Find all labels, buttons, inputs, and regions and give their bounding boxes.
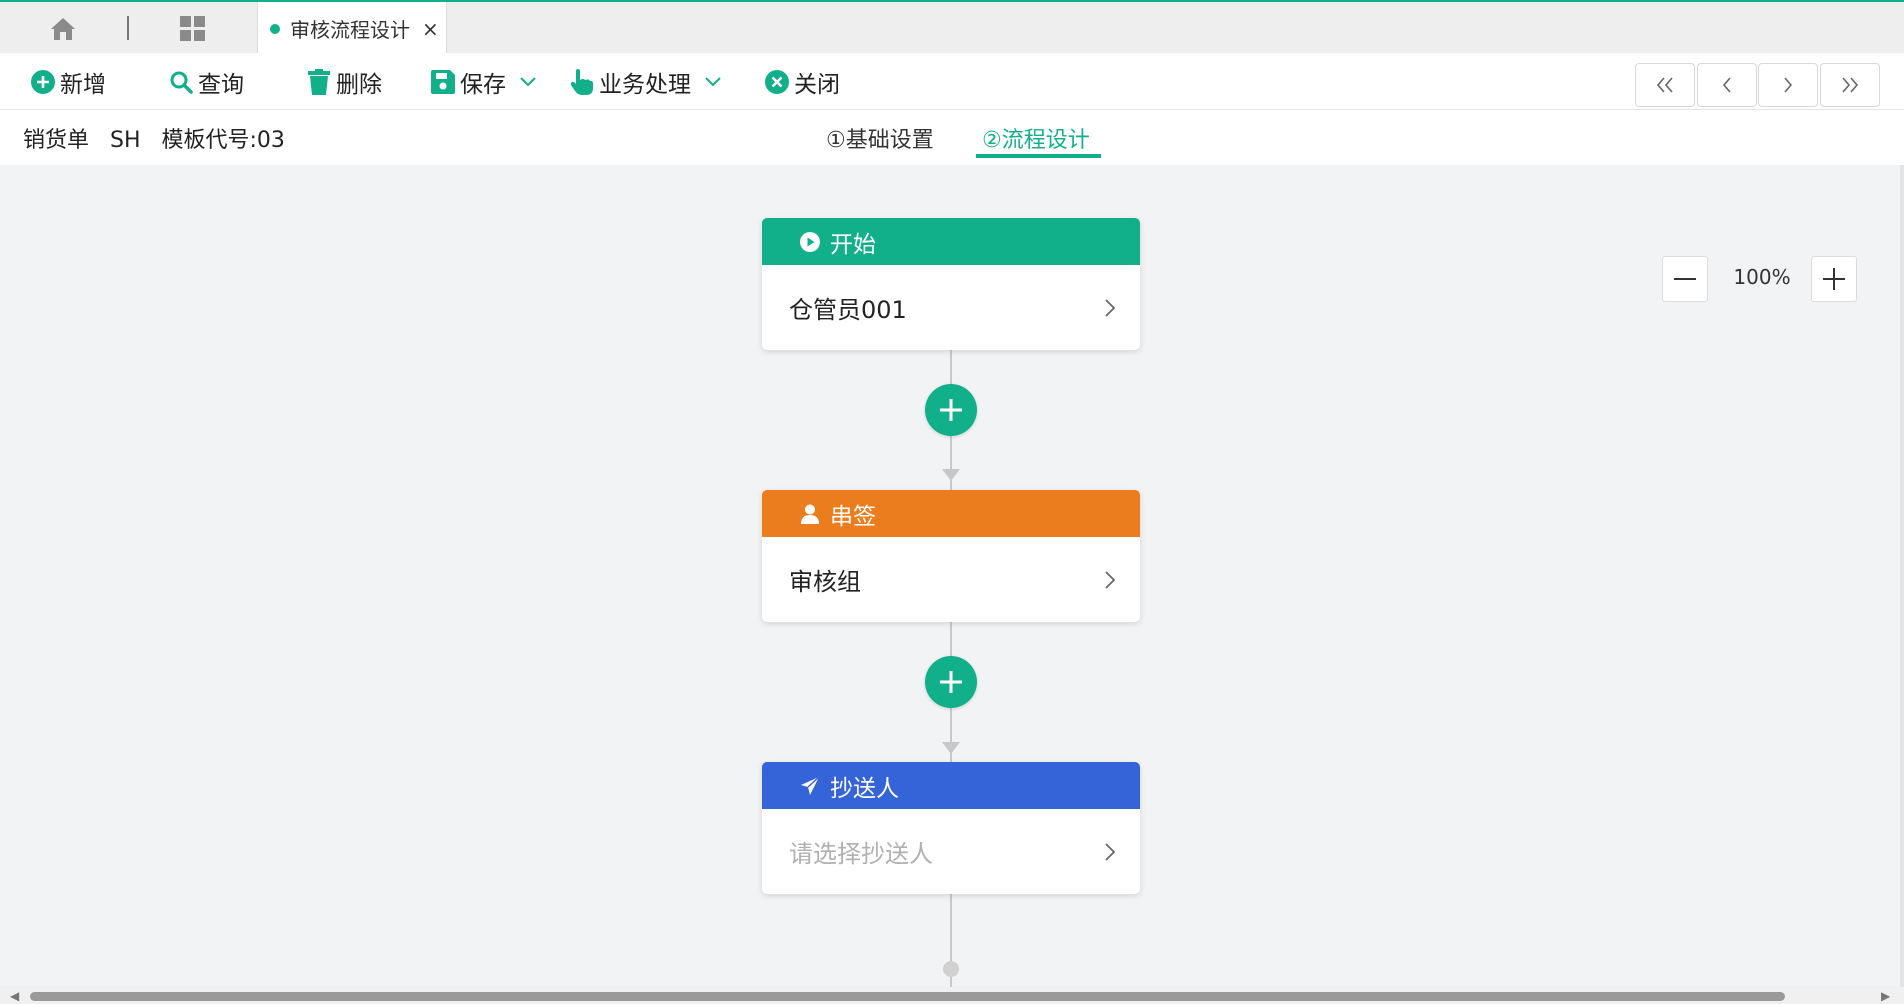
plus-icon: [940, 671, 962, 693]
query-button[interactable]: 查询: [168, 65, 244, 99]
first-record-button[interactable]: [1635, 63, 1695, 107]
add-node-button[interactable]: [925, 384, 977, 436]
scroll-right-arrow-icon[interactable]: ▶: [1881, 989, 1890, 1003]
node-header: 开始: [762, 218, 1140, 265]
tab-label: 审核流程设计: [290, 18, 410, 42]
plus-circle-icon: [30, 69, 56, 95]
close-button[interactable]: 关闭: [764, 65, 840, 99]
close-circle-icon: [764, 69, 790, 95]
delete-button[interactable]: 删除: [306, 65, 382, 99]
connector-arrow: [942, 469, 960, 481]
chevron-right-icon: [1105, 842, 1116, 861]
flow-node-start[interactable]: 开始 仓管员001: [762, 218, 1140, 350]
search-icon: [168, 69, 194, 95]
add-label: 新增: [60, 72, 106, 98]
active-dot-icon: [270, 23, 280, 34]
flow-canvas: 开始 仓管员001 串签 审核组 抄送人 请选择抄送人 100%: [0, 165, 1904, 987]
node-header: 抄送人: [762, 762, 1140, 809]
flow-node-countersign[interactable]: 串签 审核组: [762, 490, 1140, 622]
plus-icon: [940, 399, 962, 421]
node-value: 审核组: [789, 568, 861, 596]
node-body[interactable]: 仓管员001: [762, 265, 1140, 350]
save-icon: [430, 69, 456, 95]
horizontal-scrollbar[interactable]: ◀ ▶: [0, 987, 1904, 1004]
double-chevron-left-icon: [1656, 77, 1673, 93]
node-title: 抄送人: [830, 775, 899, 802]
chevron-right-icon: [1105, 298, 1116, 317]
add-node-button[interactable]: [925, 656, 977, 708]
node-title: 开始: [830, 231, 876, 258]
delete-label: 删除: [336, 72, 382, 98]
tab-close-button[interactable]: ×: [422, 17, 439, 41]
flow-end-node: [943, 961, 959, 977]
zoom-in-button[interactable]: [1811, 256, 1857, 302]
node-body[interactable]: 请选择抄送人: [762, 809, 1140, 894]
business-process-button[interactable]: 业务处理: [569, 65, 721, 99]
scroll-left-arrow-icon[interactable]: ◀: [10, 989, 19, 1003]
step-flow-design[interactable]: ②流程设计: [982, 122, 1090, 154]
active-step-underline: [976, 154, 1101, 158]
node-header: 串签: [762, 490, 1140, 537]
send-icon: [798, 774, 822, 798]
node-value: 仓管员001: [789, 296, 907, 324]
last-record-button[interactable]: [1820, 63, 1880, 107]
chevron-down-icon[interactable]: [520, 77, 536, 87]
play-circle-icon: [798, 230, 822, 254]
node-placeholder: 请选择抄送人: [789, 840, 933, 868]
chevron-right-icon: [1105, 570, 1116, 589]
trash-icon: [306, 69, 332, 95]
add-button[interactable]: 新增: [30, 65, 106, 99]
close-label: 关闭: [794, 72, 840, 98]
info-bar: 销货单 SH 模板代号:03 ①基础设置 ②流程设计: [0, 110, 1904, 165]
tab-bar: 审核流程设计 ×: [0, 0, 1904, 55]
scrollbar-thumb[interactable]: [30, 992, 1785, 1001]
node-title: 串签: [830, 503, 876, 530]
previous-record-button[interactable]: [1697, 63, 1757, 107]
home-icon[interactable]: [48, 14, 78, 44]
query-label: 查询: [198, 72, 244, 98]
zoom-out-button[interactable]: [1662, 256, 1708, 302]
business-process-label: 业务处理: [599, 72, 691, 98]
toolbar: 新增 查询 删除 保存 业务处理 关闭: [0, 53, 1904, 110]
next-record-button[interactable]: [1758, 63, 1818, 107]
save-label: 保存: [460, 72, 506, 98]
zoom-level: 100%: [1733, 265, 1791, 289]
chevron-left-icon: [1722, 77, 1731, 93]
connector-arrow: [942, 742, 960, 754]
vertical-scrollbar[interactable]: [1900, 165, 1904, 987]
chevron-down-icon[interactable]: [705, 77, 721, 87]
tab-separator: [127, 16, 129, 40]
double-chevron-right-icon: [1842, 77, 1859, 93]
grid-icon[interactable]: [178, 14, 208, 44]
user-icon: [798, 502, 822, 526]
plus-icon: [1823, 268, 1845, 290]
document-meta: 销货单 SH 模板代号:03: [23, 128, 285, 153]
flow-node-cc[interactable]: 抄送人 请选择抄送人: [762, 762, 1140, 894]
save-button[interactable]: 保存: [430, 65, 536, 99]
step-basic-settings[interactable]: ①基础设置: [826, 122, 934, 154]
tab-audit-flow-design[interactable]: 审核流程设计 ×: [257, 2, 447, 55]
minus-icon: [1674, 278, 1696, 280]
chevron-right-icon: [1784, 77, 1793, 93]
hand-pointer-icon: [569, 69, 595, 95]
node-body[interactable]: 审核组: [762, 537, 1140, 622]
